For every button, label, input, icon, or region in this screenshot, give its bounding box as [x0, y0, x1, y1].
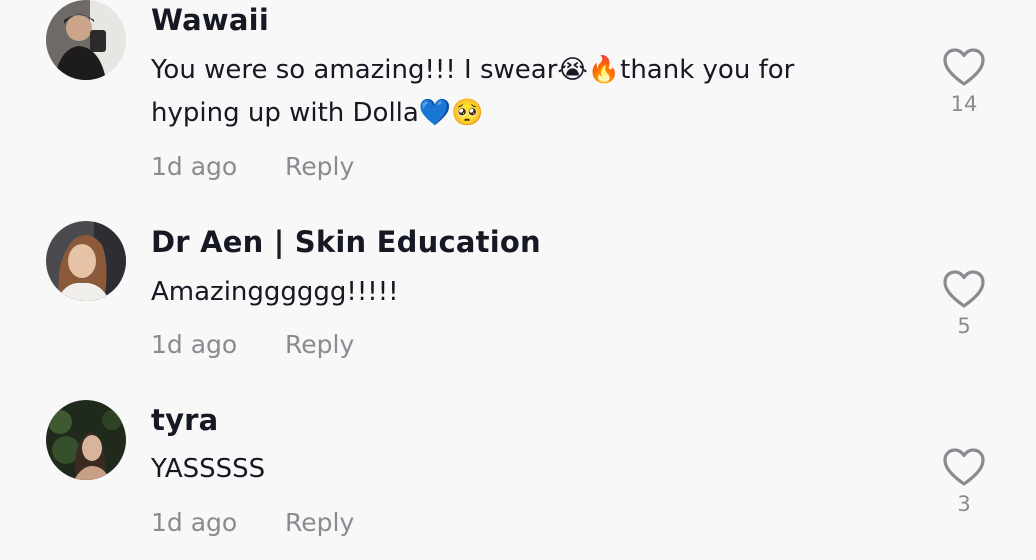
- heart-outline-icon[interactable]: [940, 446, 988, 488]
- heart-outline-icon[interactable]: [940, 268, 988, 310]
- comment-username[interactable]: tyra: [151, 403, 218, 437]
- comment-text: Amazingggggg!!!!!: [151, 277, 399, 307]
- reply-button[interactable]: Reply: [285, 152, 354, 181]
- avatar-photo-icon: [46, 400, 126, 480]
- like-area: 3: [940, 446, 988, 516]
- comment-username[interactable]: Dr Aen | Skin Education: [151, 225, 541, 259]
- avatar[interactable]: [46, 400, 126, 480]
- avatar[interactable]: [46, 0, 126, 80]
- comment-list: Wawaii You were so amazing!!! I swear😭🔥t…: [0, 0, 1036, 560]
- comment-username[interactable]: Wawaii: [151, 3, 269, 37]
- comment-meta: 1d ago Reply: [151, 330, 354, 359]
- heart-outline-icon[interactable]: [940, 46, 988, 88]
- comment-time: 1d ago: [151, 330, 238, 359]
- comment-text: You were so amazing!!! I swear😭🔥thank yo…: [151, 55, 795, 128]
- reply-button[interactable]: Reply: [285, 330, 354, 359]
- avatar-photo-icon: [46, 221, 126, 301]
- like-count: 5: [957, 314, 971, 338]
- comment-meta: 1d ago Reply: [151, 152, 354, 181]
- reply-button[interactable]: Reply: [285, 508, 354, 537]
- comment-text: YASSSSS: [151, 454, 266, 484]
- like-area: 14: [940, 46, 988, 116]
- comment-time: 1d ago: [151, 508, 238, 537]
- like-count: 3: [957, 492, 971, 516]
- like-area: 5: [940, 268, 988, 338]
- comment-meta: 1d ago Reply: [151, 508, 354, 537]
- avatar-photo-icon: [46, 0, 126, 80]
- comment-time: 1d ago: [151, 152, 238, 181]
- avatar[interactable]: [46, 221, 126, 301]
- like-count: 14: [950, 92, 978, 116]
